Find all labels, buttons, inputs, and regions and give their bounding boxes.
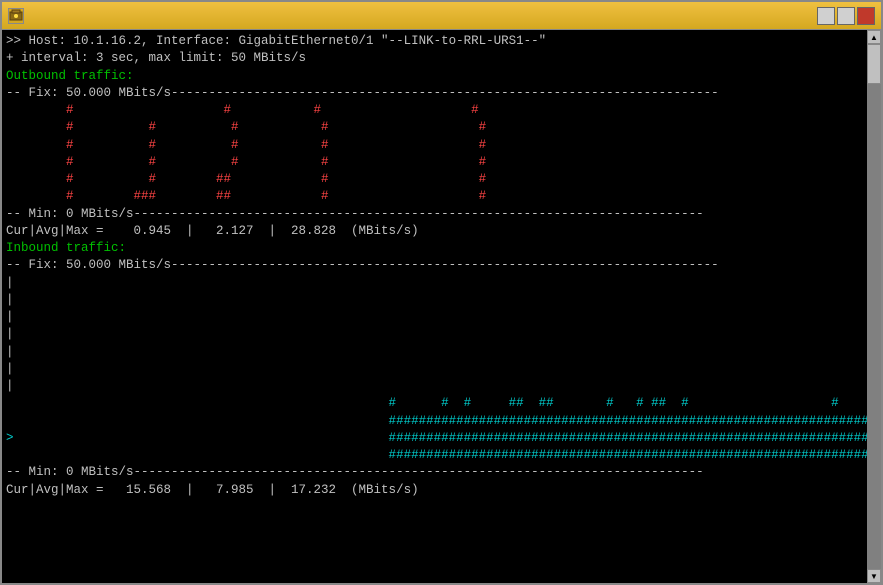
- terminal-line: -- Fix: 50.000 MBits/s------------------…: [6, 85, 863, 102]
- minimize-button[interactable]: [817, 7, 835, 25]
- terminal-line: -- Min: 0 MBits/s-----------------------…: [6, 464, 863, 481]
- terminal-line: + interval: 3 sec, max limit: 50 MBits/s: [6, 50, 863, 67]
- terminal-line: |: [6, 292, 863, 309]
- terminal-line: |: [6, 361, 863, 378]
- terminal-line: |: [6, 344, 863, 361]
- terminal-line: |: [6, 326, 863, 343]
- scrollbar-thumb[interactable]: [867, 44, 881, 84]
- terminal-line: # # # # #: [6, 119, 863, 136]
- terminal-line: # # ## # #: [6, 171, 863, 188]
- scroll-up-arrow[interactable]: ▲: [867, 30, 881, 44]
- maximize-button[interactable]: [837, 7, 855, 25]
- terminal-line: |: [6, 378, 863, 395]
- terminal-wrapper: >> Host: 10.1.16.2, Interface: GigabitEt…: [2, 30, 881, 583]
- putty-window: >> Host: 10.1.16.2, Interface: GigabitEt…: [0, 0, 883, 585]
- scrollbar: ▲ ▼: [867, 30, 881, 583]
- terminal-line: |: [6, 275, 863, 292]
- titlebar: [2, 2, 881, 30]
- window-controls: [817, 7, 875, 25]
- terminal-line: >> Host: 10.1.16.2, Interface: GigabitEt…: [6, 33, 863, 50]
- terminal-line: ########################################…: [6, 413, 863, 430]
- app-icon: [8, 8, 24, 24]
- terminal-line: # # # # #: [6, 154, 863, 171]
- terminal-line: > ######################################…: [6, 430, 863, 447]
- terminal-line: # # # #: [6, 102, 863, 119]
- terminal-line: |: [6, 309, 863, 326]
- close-button[interactable]: [857, 7, 875, 25]
- terminal[interactable]: >> Host: 10.1.16.2, Interface: GigabitEt…: [2, 30, 867, 583]
- terminal-line: Inbound traffic:: [6, 240, 863, 257]
- terminal-line: -- Min: 0 MBits/s-----------------------…: [6, 206, 863, 223]
- terminal-line: # # # # #: [6, 137, 863, 154]
- terminal-line: ########################################…: [6, 447, 863, 464]
- terminal-line: # # # ## ## # # ## # #: [6, 395, 863, 412]
- terminal-line: Outbound traffic:: [6, 68, 863, 85]
- scroll-down-arrow[interactable]: ▼: [867, 569, 881, 583]
- terminal-line: Cur|Avg|Max = 15.568 | 7.985 | 17.232 (M…: [6, 482, 863, 499]
- terminal-line: # ### ## # #: [6, 188, 863, 205]
- terminal-line: Cur|Avg|Max = 0.945 | 2.127 | 28.828 (MB…: [6, 223, 863, 240]
- scrollbar-track[interactable]: [867, 44, 881, 569]
- terminal-line: -- Fix: 50.000 MBits/s------------------…: [6, 257, 863, 274]
